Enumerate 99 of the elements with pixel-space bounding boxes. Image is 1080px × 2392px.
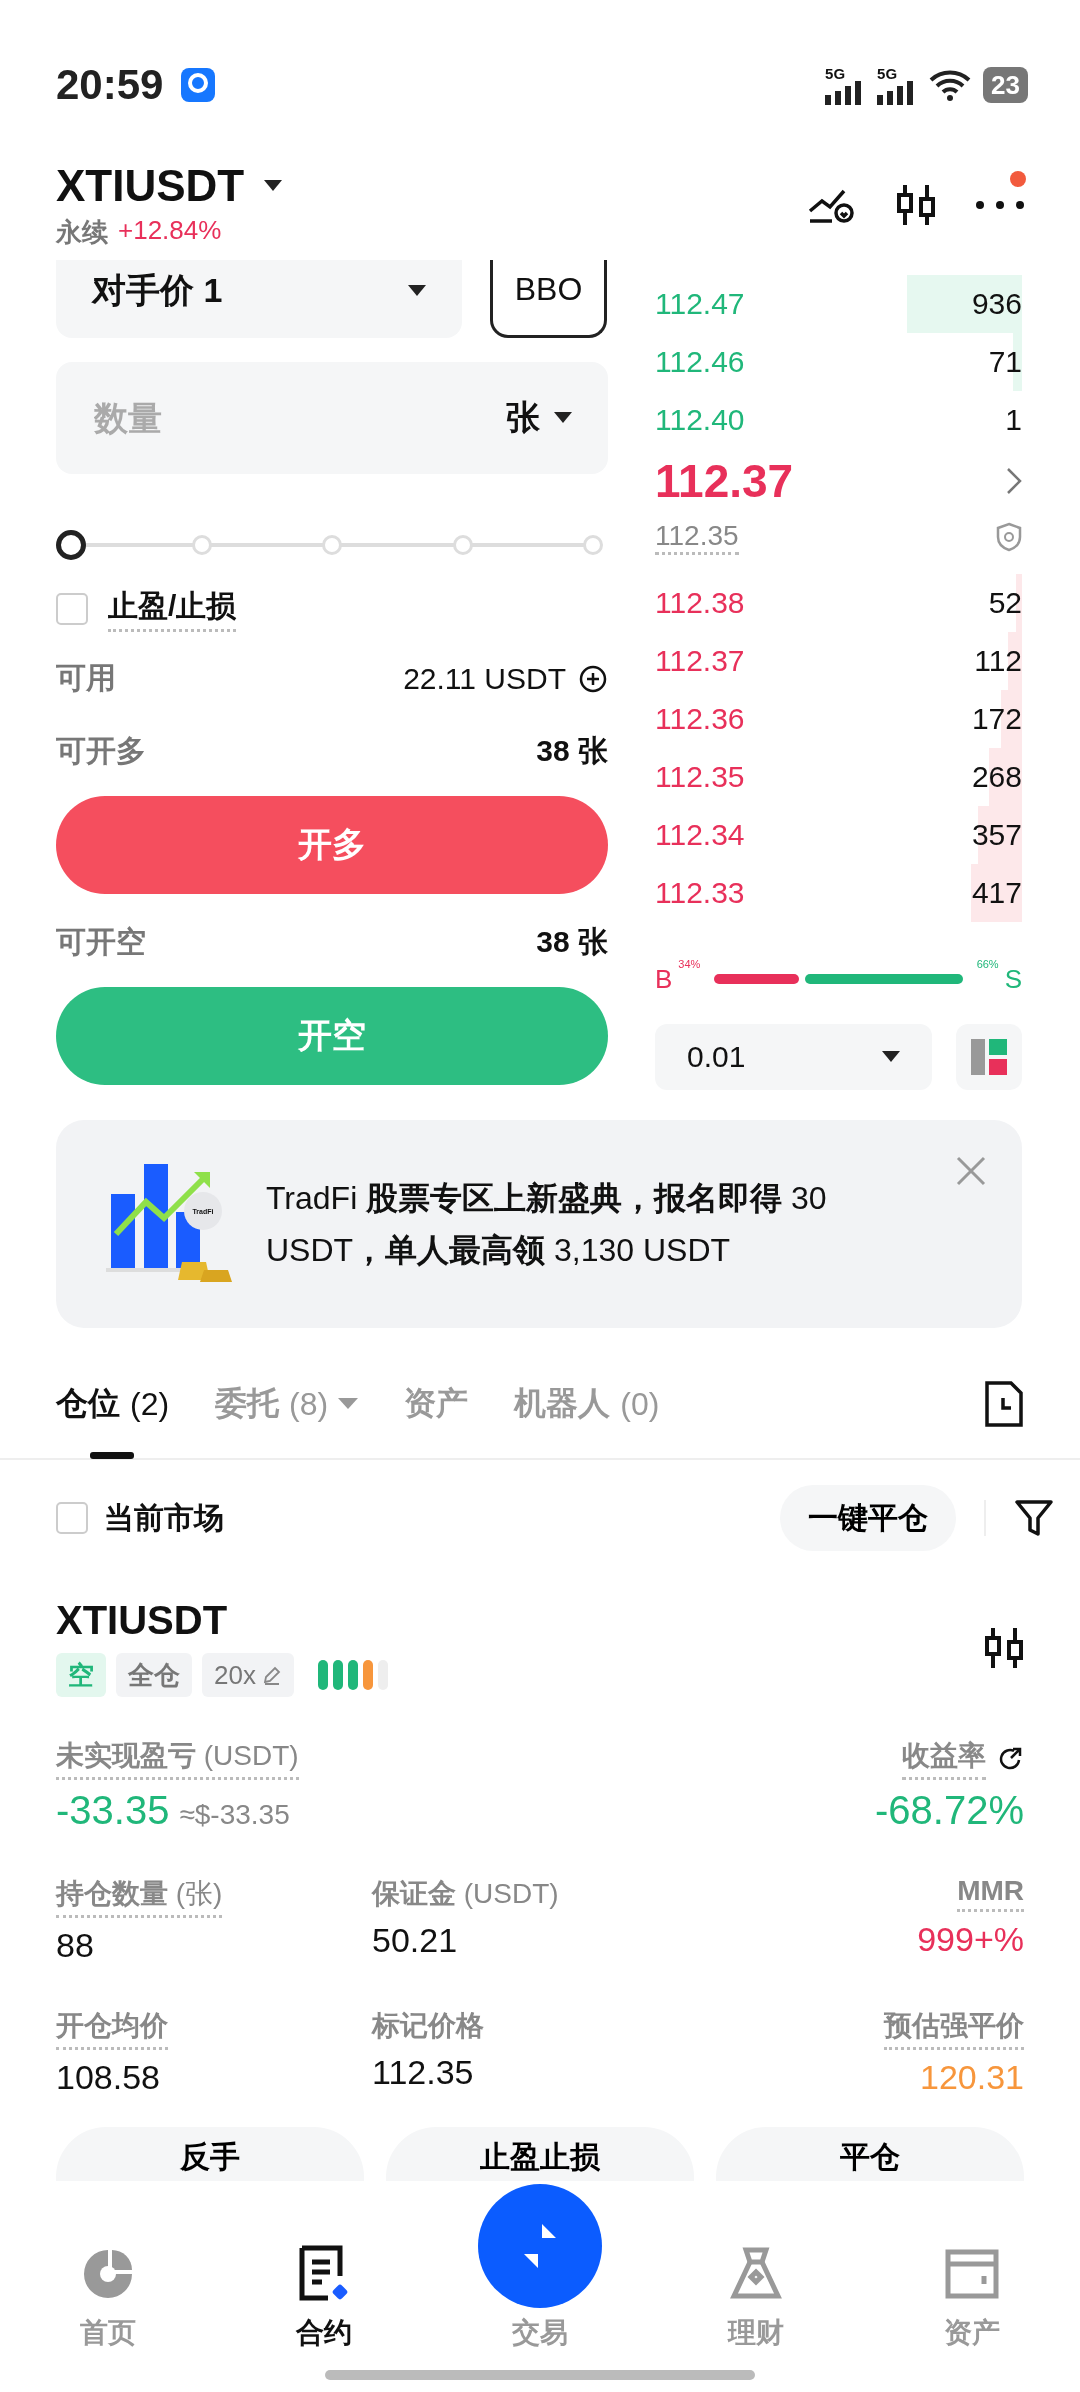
available-value: 22.11 USDT (403, 661, 566, 696)
history-icon[interactable] (984, 1380, 1024, 1428)
field-label: 开仓均价 (56, 2007, 168, 2050)
caret-icon (264, 179, 283, 192)
checkbox[interactable] (56, 1502, 88, 1534)
mark-price: 112.35 (655, 519, 739, 555)
current-market-label: 当前市场 (104, 1499, 224, 1536)
field-label: 持仓数量 (张) (56, 1875, 223, 1918)
max-short-label: 可开空 (56, 924, 146, 960)
field-value: 50.21 (372, 1921, 458, 1960)
max-long-label: 可开多 (56, 733, 146, 769)
order-book-row[interactable]: 112.33 417 (655, 864, 1022, 923)
buy-label: B (655, 963, 673, 995)
order-price: 112.34 (655, 818, 745, 853)
edit-icon[interactable] (261, 1665, 282, 1685)
close-icon[interactable] (956, 1156, 986, 1186)
checkbox[interactable] (56, 593, 88, 625)
order-price: 112.33 (655, 876, 745, 911)
buy-percent: 34% (678, 958, 701, 971)
order-amount: 172 (971, 702, 1022, 737)
max-short-value: 38 张 (536, 924, 608, 960)
order-book-row[interactable]: 112.34 357 (655, 806, 1022, 865)
position-symbol: XTIUSDT (56, 1598, 229, 1643)
order-book-row[interactable]: 112.35 268 (655, 748, 1022, 807)
leverage-tag[interactable]: 20x (202, 1653, 294, 1697)
caret-icon (882, 1051, 900, 1063)
order-amount: 936 (971, 287, 1022, 321)
order-book-row[interactable]: 112.36 172 (655, 690, 1022, 749)
bbo-button[interactable]: BBO (490, 260, 607, 338)
slider-thumb[interactable] (56, 530, 86, 560)
roe-label: 收益率 (902, 1737, 986, 1780)
action-button[interactable]: 平仓 (716, 2127, 1024, 2181)
order-amount: 71 (988, 345, 1022, 379)
add-icon[interactable] (578, 663, 608, 694)
tab[interactable]: 仓位 (2) (56, 1349, 170, 1459)
caret-icon (408, 284, 426, 297)
order-amount: 417 (971, 876, 1022, 911)
battery-indicator: 23 (983, 67, 1028, 103)
order-amount: 112 (974, 644, 1022, 679)
order-price: 112.38 (655, 586, 745, 621)
wifi-icon (929, 68, 972, 102)
side-tag: 空 (56, 1653, 106, 1697)
field-value: 999+% (917, 1920, 1024, 1959)
order-amount: 357 (971, 818, 1022, 853)
roe-value: -68.72% (875, 1788, 1024, 1833)
pnl-usd-value: ≈$-33.35 (179, 1799, 290, 1831)
status-time: 20:59 (56, 61, 164, 109)
field-label: 保证金 (USDT) (372, 1877, 559, 1911)
order-amount: 52 (988, 586, 1022, 621)
order-price: 112.37 (655, 644, 745, 679)
field-value: 112.35 (372, 2053, 474, 2092)
sell-percent: 66% (976, 958, 999, 971)
order-price: 112.35 (655, 760, 745, 795)
field-value: 108.58 (56, 2058, 160, 2097)
network-label: 5G (825, 65, 846, 81)
filter-icon[interactable] (1014, 1498, 1054, 1538)
sell-label: S (1004, 963, 1022, 995)
field-value: 120.31 (920, 2058, 1024, 2097)
order-amount: 1 (1005, 403, 1022, 437)
order-price: 112.40 (655, 403, 745, 437)
order-price: 112.46 (655, 345, 745, 379)
margin-mode-tag: 全仓 (116, 1653, 192, 1697)
layout-icon[interactable] (956, 1024, 1022, 1090)
field-label: 预估强平价 (884, 2007, 1024, 2050)
tp-sl-label: 止盈/止损 (108, 586, 237, 632)
shield-icon (996, 522, 1022, 553)
caret-icon (554, 412, 572, 424)
order-book-row[interactable]: 112.38 52 (655, 574, 1022, 633)
field-label: MMR (957, 1875, 1024, 1912)
chevron-right-icon[interactable] (1006, 466, 1022, 495)
nav-item[interactable]: 合约 (244, 2244, 404, 2352)
precision-dropdown[interactable]: 0.01 (655, 1024, 932, 1090)
order-book-row[interactable]: 112.47 936 (655, 275, 1022, 333)
order-book-row[interactable]: 112.46 71 (655, 333, 1022, 391)
action-button[interactable]: 止盈止损 (386, 2127, 694, 2181)
symbol-title[interactable]: XTIUSDT (56, 160, 245, 211)
order-amount: 268 (971, 760, 1022, 795)
field-label: 标记价格 (372, 2009, 484, 2043)
contract-type: 永续 (56, 215, 108, 249)
available-label: 可用 (56, 660, 116, 696)
close-all-button[interactable]: 一键平仓 (780, 1485, 956, 1551)
promo-text: TradFi 股票专区上新盛典，报名即得 30 USDT，单人最高领 3,130 USDT (266, 1179, 828, 1270)
order-price: 112.47 (655, 287, 745, 321)
app-notification-icon (181, 68, 216, 102)
order-price: 112.36 (655, 702, 745, 737)
price-type-dropdown[interactable]: 对手价 1 (56, 260, 462, 338)
caret-icon[interactable] (338, 1398, 359, 1410)
last-price: 112.37 (655, 453, 794, 508)
price-change: +12.84% (118, 214, 222, 247)
pnl-value: -33.35 (56, 1788, 170, 1833)
order-book-row[interactable]: 112.37 112 (655, 632, 1022, 691)
more-icon[interactable] (976, 201, 1024, 209)
field-value: 88 (56, 1926, 94, 1965)
share-icon[interactable] (998, 1745, 1024, 1772)
action-button[interactable]: 反手 (56, 2127, 364, 2181)
pnl-label: 未实现盈亏 (USDT) (56, 1737, 299, 1780)
max-long-value: 38 张 (536, 733, 608, 769)
network-label: 5G (877, 65, 898, 81)
unit-label[interactable]: 张 (506, 395, 540, 441)
